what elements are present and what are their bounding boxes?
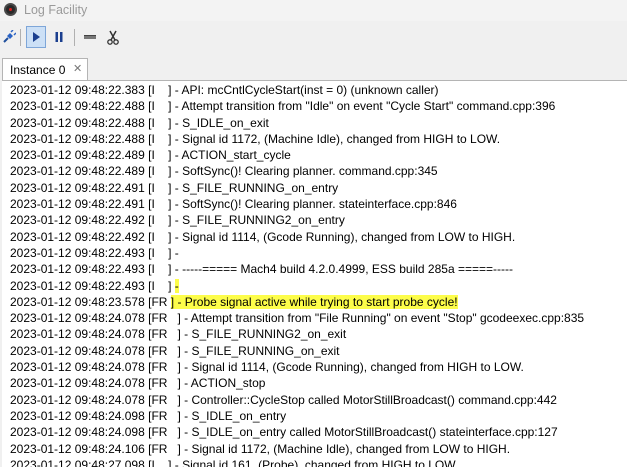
connect-button[interactable] — [0, 26, 18, 48]
log-panel[interactable]: 2023-01-12 09:48:22.383 [I ] - API: mcCn… — [2, 80, 627, 467]
log-line: 2023-01-12 09:48:22.492 [I ] - S_FILE_RU… — [10, 212, 584, 228]
log-line-text: 2023-01-12 09:48:24.106 [FR ] - Signal i… — [10, 441, 511, 456]
log-line: 2023-01-12 09:48:22.489 [I ] - ACTION_st… — [10, 147, 584, 163]
log-line-text: 2023-01-12 09:48:24.078 [FR ] - Signal i… — [10, 360, 524, 375]
log-line-text: 2023-01-12 09:48:22.492 [I ] - Signal id… — [10, 229, 516, 244]
cut-button[interactable] — [104, 26, 122, 48]
title-bar: Log Facility — [0, 0, 627, 21]
log-line-text: 2023-01-12 09:48:22.493 [I ] — [10, 278, 175, 293]
log-line: 2023-01-12 09:48:22.493 [I ] - — [10, 245, 584, 261]
log-line: 2023-01-12 09:48:27.098 [I ] - Signal id… — [10, 457, 584, 467]
log-line: 2023-01-12 09:48:22.383 [I ] - API: mcCn… — [10, 82, 584, 98]
log-list: 2023-01-12 09:48:22.383 [I ] - API: mcCn… — [10, 82, 584, 467]
log-line: 2023-01-12 09:48:22.488 [I ] - Attempt t… — [10, 98, 584, 114]
log-line-text: 2023-01-12 09:48:22.488 [I ] - S_IDLE_on… — [10, 115, 269, 130]
play-button[interactable] — [26, 26, 46, 48]
log-line-highlight: ] - Probe signal active while trying to … — [170, 294, 458, 309]
log-line-text: 2023-01-12 09:48:22.488 [I ] - Signal id… — [10, 131, 501, 146]
scissors-icon — [107, 30, 119, 45]
clear-log-button[interactable] — [81, 26, 99, 48]
log-line: 2023-01-12 09:48:22.488 [I ] - S_IDLE_on… — [10, 115, 584, 131]
log-line: 2023-01-12 09:48:22.493 [I ] - -----====… — [10, 261, 584, 277]
log-line: 2023-01-12 09:48:24.106 [FR ] - Signal i… — [10, 441, 584, 457]
log-line-text: 2023-01-12 09:48:22.383 [I ] - API: mcCn… — [10, 83, 439, 97]
pause-icon — [55, 32, 63, 42]
toolbar — [0, 26, 627, 50]
toolbar-separator — [74, 29, 75, 46]
log-line-text: 2023-01-12 09:48:27.098 [I ] - Signal id… — [10, 457, 459, 467]
log-line-text: 2023-01-12 09:48:22.492 [I ] - S_FILE_RU… — [10, 213, 345, 228]
log-line: 2023-01-12 09:48:24.098 [FR ] - S_IDLE_o… — [10, 408, 584, 424]
log-line: 2023-01-12 09:48:24.078 [FR ] - S_FILE_R… — [10, 326, 584, 342]
clear-icon — [84, 35, 96, 39]
log-line-text: 2023-01-12 09:48:22.493 [I ] - — [10, 245, 183, 260]
log-line: 2023-01-12 09:48:22.491 [I ] - S_FILE_RU… — [10, 180, 584, 196]
tab-instance-0[interactable]: Instance 0 ✕ — [2, 58, 88, 81]
log-line: 2023-01-12 09:48:22.491 [I ] - SoftSync(… — [10, 196, 584, 212]
log-line-text: 2023-01-12 09:48:24.078 [FR ] - S_FILE_R… — [10, 327, 347, 342]
log-line-text: 2023-01-12 09:48:22.489 [I ] - SoftSync(… — [10, 164, 438, 179]
log-line: 2023-01-12 09:48:24.078 [FR ] - Signal i… — [10, 359, 584, 375]
log-line-text: 2023-01-12 09:48:22.489 [I ] - ACTION_st… — [10, 148, 291, 163]
play-icon — [33, 32, 40, 42]
plug-icon — [3, 30, 16, 43]
log-line-text: 2023-01-12 09:48:22.491 [I ] - S_FILE_RU… — [10, 180, 339, 195]
log-line: 2023-01-12 09:48:22.489 [I ] - SoftSync(… — [10, 163, 584, 179]
log-line: 2023-01-12 09:48:22.492 [I ] - Signal id… — [10, 229, 584, 245]
app-logo-icon — [4, 3, 17, 16]
log-line: 2023-01-12 09:48:23.578 [FR ] - Probe si… — [10, 294, 584, 310]
log-line: 2023-01-12 09:48:24.078 [FR ] - Controll… — [10, 392, 584, 408]
log-line-text: 2023-01-12 09:48:24.098 [FR ] - S_IDLE_o… — [10, 425, 558, 440]
log-line-text: 2023-01-12 09:48:22.488 [I ] - Attempt t… — [10, 99, 556, 114]
toolbar-separator — [20, 29, 21, 46]
pause-button[interactable] — [50, 26, 68, 48]
log-line-text: 2023-01-12 09:48:24.078 [FR ] - Attempt … — [10, 311, 585, 326]
log-line-text: 2023-01-12 09:48:24.078 [FR ] - Controll… — [10, 392, 557, 407]
log-line: 2023-01-12 09:48:24.098 [FR ] - S_IDLE_o… — [10, 424, 584, 440]
tab-bar: Instance 0 ✕ — [0, 56, 627, 81]
log-line: 2023-01-12 09:48:22.488 [I ] - Signal id… — [10, 131, 584, 147]
log-line-text: 2023-01-12 09:48:23.578 [FR — [10, 294, 171, 309]
window-title: Log Facility — [24, 3, 88, 17]
log-line-text: 2023-01-12 09:48:24.078 [FR ] - S_FILE_R… — [10, 343, 340, 358]
log-line-text: 2023-01-12 09:48:22.493 [I ] - -----====… — [10, 262, 513, 277]
log-line-text: 2023-01-12 09:48:24.078 [FR ] - ACTION_s… — [10, 376, 266, 391]
log-line-highlight: - — [174, 278, 179, 293]
log-line-text: 2023-01-12 09:48:24.098 [FR ] - S_IDLE_o… — [10, 408, 287, 423]
log-line: 2023-01-12 09:48:24.078 [FR ] - ACTION_s… — [10, 375, 584, 391]
log-line-text: 2023-01-12 09:48:22.491 [I ] - SoftSync(… — [10, 197, 457, 212]
tab-label: Instance 0 — [10, 63, 66, 77]
log-line: 2023-01-12 09:48:24.078 [FR ] - Attempt … — [10, 310, 584, 326]
close-icon[interactable]: ✕ — [73, 62, 82, 75]
log-line: 2023-01-12 09:48:24.078 [FR ] - S_FILE_R… — [10, 343, 584, 359]
log-line: 2023-01-12 09:48:22.493 [I ] - — [10, 278, 584, 294]
